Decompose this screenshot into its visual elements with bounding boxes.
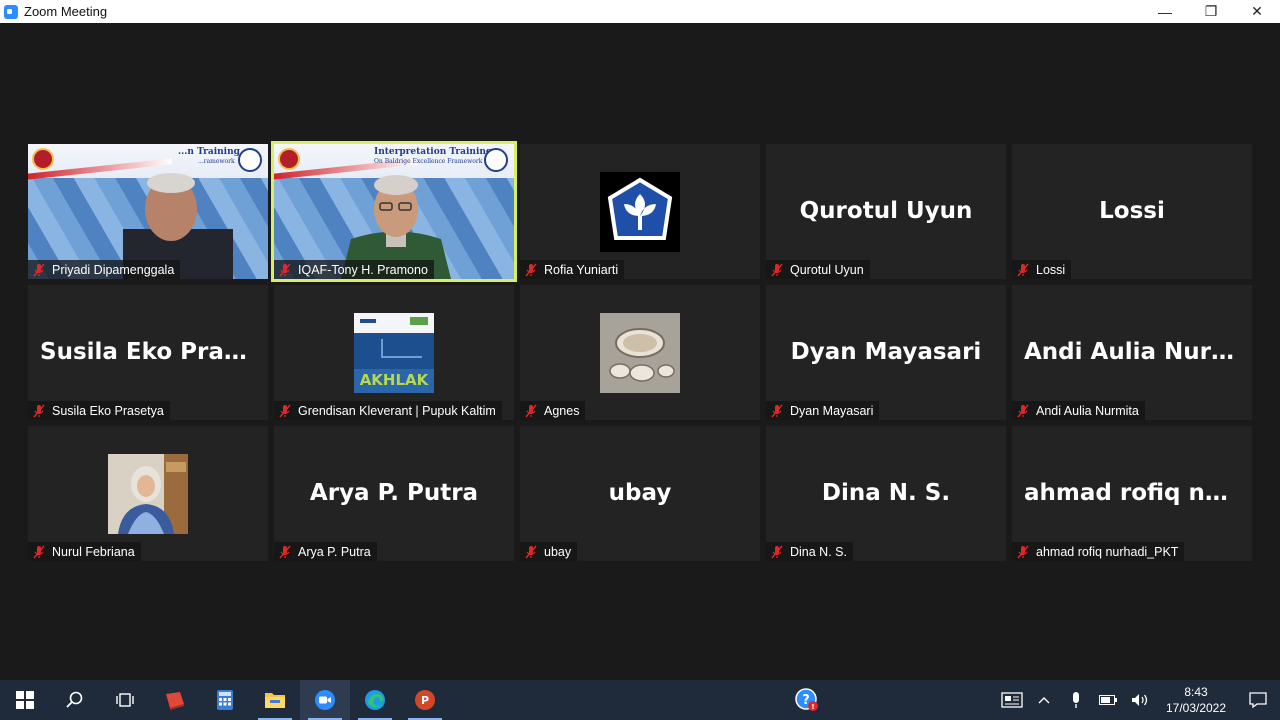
company-logo-icon <box>484 148 508 172</box>
mic-muted-icon <box>1016 404 1030 418</box>
cups-avatar <box>600 313 680 393</box>
system-tray: 8:43 17/03/2022 <box>996 680 1280 720</box>
battery-icon[interactable] <box>1092 680 1124 720</box>
participant-label: IQAF-Tony H. Pramono <box>274 260 434 279</box>
svg-text:!: ! <box>811 703 814 711</box>
participant-label: Dyan Mayasari <box>766 401 880 420</box>
calculator-icon[interactable] <box>200 680 250 720</box>
participant-tile[interactable]: Agnes <box>520 285 760 420</box>
mic-muted-icon <box>1016 545 1030 559</box>
akhlak-avatar: AKHLAK <box>354 313 434 393</box>
zoom-app-icon <box>4 4 18 19</box>
mic-muted-icon <box>32 404 46 418</box>
mic-muted-icon <box>524 545 538 559</box>
seal-icon <box>278 148 300 170</box>
photo-avatar <box>108 454 188 534</box>
participant-label: ubay <box>520 542 578 561</box>
news-widget-icon[interactable] <box>996 680 1028 720</box>
participant-tile[interactable]: Susila Eko Praset... Susila Eko Prasetya <box>28 285 268 420</box>
windows-taskbar: P ?! 8:43 17/03/2022 <box>0 680 1280 720</box>
taskbar-clock[interactable]: 8:43 17/03/2022 <box>1156 684 1236 716</box>
help-icon[interactable]: ?! <box>782 680 832 720</box>
window-title: Zoom Meeting <box>24 4 108 19</box>
participant-label: Qurotul Uyun <box>766 260 870 279</box>
participant-tile[interactable]: Arya P. Putra Arya P. Putra <box>274 426 514 561</box>
participant-video: ...n Training ...ramework <box>28 144 268 279</box>
participant-tile[interactable]: ...n Training ...ramework Priyadi Dipame… <box>28 144 268 279</box>
participant-label: Arya P. Putra <box>274 542 377 561</box>
participant-video: Interpretation Training On Baldrige Exce… <box>274 144 514 279</box>
participant-tile[interactable]: Nurul Febriana <box>28 426 268 561</box>
red-app-icon[interactable] <box>150 680 200 720</box>
participant-label: Dina N. S. <box>766 542 853 561</box>
participant-label: Andi Aulia Nurmita <box>1012 401 1145 420</box>
close-button[interactable]: ✕ <box>1234 0 1280 23</box>
participant-tile[interactable]: Lossi Lossi <box>1012 144 1252 279</box>
participant-tile[interactable]: Rofia Yuniarti <box>520 144 760 279</box>
mic-muted-icon <box>278 545 292 559</box>
task-view-icon[interactable] <box>100 680 150 720</box>
participant-tile[interactable]: Andi Aulia Nurm... Andi Aulia Nurmita <box>1012 285 1252 420</box>
participant-tile[interactable]: Dyan Mayasari Dyan Mayasari <box>766 285 1006 420</box>
participant-display-name: Dyan Mayasari <box>790 339 982 365</box>
participant-label: Rofia Yuniarti <box>520 260 625 279</box>
search-icon[interactable] <box>50 680 100 720</box>
clock-date: 17/03/2022 <box>1165 701 1227 715</box>
participant-display-name: Dina N. S. <box>821 480 951 506</box>
window-controls: — ❐ ✕ <box>1142 0 1280 23</box>
participant-label: Nurul Febriana <box>28 542 141 561</box>
mic-muted-icon <box>524 263 538 277</box>
logo-avatar <box>600 172 680 252</box>
mic-muted-icon <box>278 263 292 277</box>
participant-label: Agnes <box>520 401 586 420</box>
company-logo-icon <box>238 148 262 172</box>
restore-button[interactable]: ❐ <box>1188 0 1234 23</box>
powerpoint-icon[interactable]: P <box>400 680 450 720</box>
svg-text:AKHLAK: AKHLAK <box>360 371 430 389</box>
participant-label: ahmad rofiq nurhadi_PKT <box>1012 542 1185 561</box>
participant-tile[interactable]: Qurotul Uyun Qurotul Uyun <box>766 144 1006 279</box>
file-explorer-icon[interactable] <box>250 680 300 720</box>
mic-muted-icon <box>524 404 538 418</box>
participant-label: Grendisan Kleverant | Pupuk Kaltim <box>274 401 502 420</box>
minimize-button[interactable]: — <box>1142 0 1188 23</box>
participant-display-name: Andi Aulia Nurm... <box>1024 339 1252 365</box>
participant-label: Susila Eko Prasetya <box>28 401 170 420</box>
notifications-icon[interactable] <box>1236 680 1280 720</box>
windows-start-icon[interactable] <box>0 680 50 720</box>
participant-tile[interactable]: ubay ubay <box>520 426 760 561</box>
participant-label: Lossi <box>1012 260 1072 279</box>
participant-display-name: Lossi <box>1099 198 1165 224</box>
title-bar: Zoom Meeting — ❐ ✕ <box>0 0 1280 23</box>
mic-muted-icon <box>32 263 46 277</box>
gallery-view: ...n Training ...ramework Priyadi Dipame… <box>0 23 1280 680</box>
clock-time: 8:43 <box>1184 685 1208 699</box>
chevron-up-icon[interactable] <box>1028 680 1060 720</box>
mic-muted-icon <box>278 404 292 418</box>
edge-icon[interactable] <box>350 680 400 720</box>
participant-tile[interactable]: AKHLAK Grendisan Kleverant | Pupuk Kalti… <box>274 285 514 420</box>
participant-label: Priyadi Dipamenggala <box>28 260 181 279</box>
participant-display-name: ubay <box>608 480 672 506</box>
seal-icon <box>32 148 54 170</box>
microphone-icon[interactable] <box>1060 680 1092 720</box>
participant-display-name: Qurotul Uyun <box>799 198 973 224</box>
participant-display-name: ahmad rofiq nur... <box>1024 480 1252 506</box>
zoom-icon[interactable] <box>300 680 350 720</box>
mic-muted-icon <box>770 404 784 418</box>
mic-muted-icon <box>32 545 46 559</box>
volume-icon[interactable] <box>1124 680 1156 720</box>
participant-tile[interactable]: Dina N. S. Dina N. S. <box>766 426 1006 561</box>
mic-muted-icon <box>770 263 784 277</box>
mic-muted-icon <box>1016 263 1030 277</box>
participant-display-name: Susila Eko Praset... <box>40 339 268 365</box>
svg-text:P: P <box>421 694 429 707</box>
mic-muted-icon <box>770 545 784 559</box>
participant-display-name: Arya P. Putra <box>309 480 479 506</box>
participant-tile-active-speaker[interactable]: Interpretation Training On Baldrige Exce… <box>271 141 517 282</box>
participant-tile[interactable]: ahmad rofiq nur... ahmad rofiq nurhadi_P… <box>1012 426 1252 561</box>
